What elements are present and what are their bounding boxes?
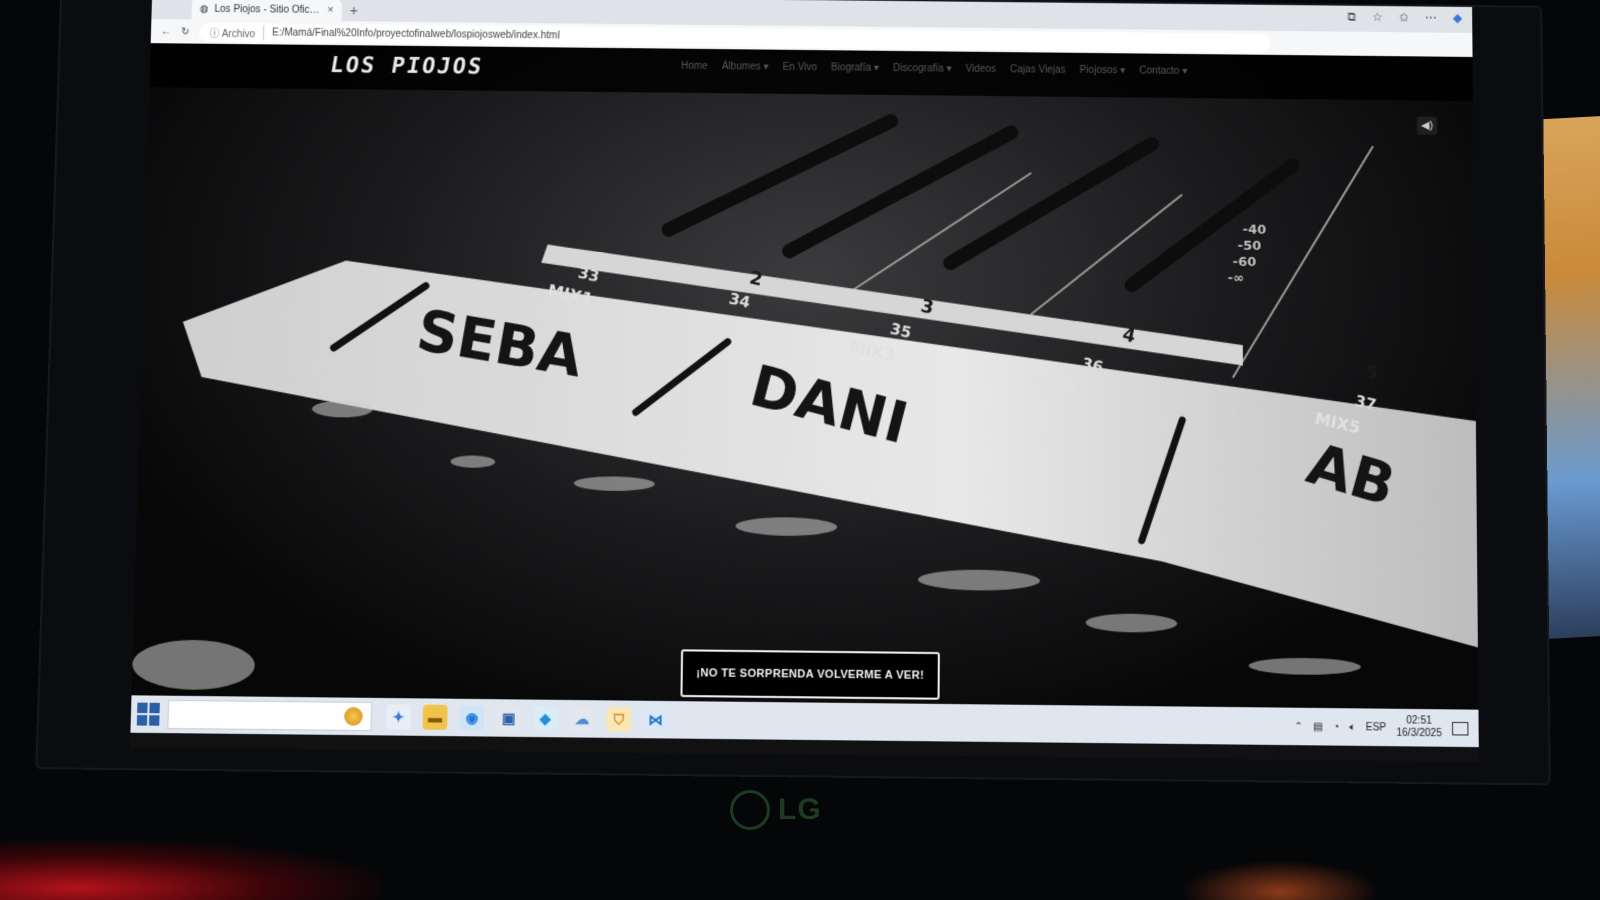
clock-date: 16/3/2025 xyxy=(1396,727,1442,740)
nav-en-vivo[interactable]: En Vivo xyxy=(783,62,817,73)
hero-video: SEBA DANI AB MIX1 MIX2 MIX3 MIX4 MIX5 33 xyxy=(131,43,1479,710)
store-icon[interactable]: ▣ xyxy=(496,705,522,731)
network-icon[interactable]: ▤ xyxy=(1313,721,1323,733)
browser-toolbar-icons: ⧉ ☆ ✩ ⋯ ◆ xyxy=(1347,10,1462,26)
mixing-console-photo: SEBA DANI AB MIX1 MIX2 MIX3 MIX4 MIX5 33 xyxy=(131,43,1478,691)
url-text: E:/Mamá/Final%20Info/proyectofinalweb/lo… xyxy=(271,26,560,41)
lg-logo-icon xyxy=(730,790,770,830)
system-tray: ⌃ ▤ ◔ 🔈︎ ESP 02:51 16/3/2025 xyxy=(1294,714,1469,741)
shield-icon[interactable]: ⛉ xyxy=(606,706,632,732)
app-icon[interactable]: ◆ xyxy=(532,705,558,732)
favorites-icon[interactable]: ✩ xyxy=(1399,10,1409,25)
clock-time: 02:51 xyxy=(1406,715,1432,727)
new-tab-button[interactable]: + xyxy=(349,2,359,21)
nav-albumes[interactable]: Álbumes ▾ xyxy=(722,61,769,73)
globe-icon: ◍ xyxy=(199,3,209,15)
nav-discografia[interactable]: Discografía ▾ xyxy=(893,63,952,75)
nav-videos[interactable]: Videos xyxy=(965,64,996,75)
star-icon[interactable]: ☆ xyxy=(1372,10,1383,25)
clock[interactable]: 02:51 16/3/2025 xyxy=(1396,715,1442,740)
chevron-up-icon[interactable]: ⌃ xyxy=(1294,721,1303,733)
channel-top-number: 5 xyxy=(1363,361,1380,385)
channel-number: 33 xyxy=(576,263,601,285)
orange-led-glow xyxy=(1180,860,1380,900)
windows-start-icon[interactable] xyxy=(136,702,160,726)
cta-button[interactable]: ¡NO TE SORPRENDA VOLVERME A VER! xyxy=(680,649,940,700)
speaker-icon[interactable]: ◀) xyxy=(1416,116,1438,135)
fader-scale: -∞ xyxy=(1228,271,1244,286)
red-led-glow xyxy=(0,840,380,900)
search-highlight-icon xyxy=(344,706,363,726)
monitor-bezel: ◍ Los Piojos - Sitio Oficial | Home × + … xyxy=(37,0,1549,784)
fader-scale: -50 xyxy=(1238,239,1262,254)
nav-menu: Home Álbumes ▾ En Vivo Biografía ▾ Disco… xyxy=(681,61,1187,77)
refresh-icon[interactable]: ↻ xyxy=(181,26,190,37)
nav-contacto[interactable]: Contacto ▾ xyxy=(1139,66,1187,78)
monitor-brand-logo: LG xyxy=(730,790,822,830)
browser-tab[interactable]: ◍ Los Piojos - Sitio Oficial | Home × xyxy=(191,0,342,22)
website: SEBA DANI AB MIX1 MIX2 MIX3 MIX4 MIX5 33 xyxy=(131,43,1479,710)
nav-piojosos[interactable]: Piojosos ▾ xyxy=(1080,65,1126,76)
volume-icon[interactable]: 🔈︎ xyxy=(1349,721,1355,733)
fader-scale: -40 xyxy=(1243,222,1267,237)
info-icon: ⓘ xyxy=(209,28,220,40)
file-explorer-icon[interactable]: ▬ xyxy=(422,704,448,730)
close-tab-icon[interactable]: × xyxy=(327,4,334,16)
copilot-app-icon[interactable]: ✦ xyxy=(385,704,411,730)
nav-biografia[interactable]: Biografía ▾ xyxy=(831,62,879,74)
screen: ◍ Los Piojos - Sitio Oficial | Home × + … xyxy=(129,0,1479,762)
notification-icon[interactable] xyxy=(1452,721,1469,736)
taskbar-apps: ✦ ▬ ◉ ▣ ◆ ☁ ⛉ ⋈ xyxy=(385,704,669,733)
fader-scale: -60 xyxy=(1233,255,1257,270)
vscode-icon[interactable]: ⋈ xyxy=(643,707,669,733)
channel-number: 34 xyxy=(727,289,752,311)
site-logo[interactable]: LOS PIOJOS xyxy=(328,53,485,80)
nav-cajas-viejas[interactable]: Cajas Viejas xyxy=(1010,64,1066,76)
more-icon[interactable]: ⋯ xyxy=(1425,11,1437,26)
wifi-icon[interactable]: ◔ xyxy=(1333,721,1339,733)
taskbar-search[interactable] xyxy=(167,699,373,732)
nav-home[interactable]: Home xyxy=(681,61,708,72)
copilot-icon[interactable]: ◆ xyxy=(1453,11,1462,26)
scheme-text: Archivo xyxy=(221,28,256,40)
weather-app-icon[interactable]: ☁ xyxy=(569,706,595,732)
edge-icon[interactable]: ◉ xyxy=(459,705,485,731)
back-icon[interactable]: ← xyxy=(161,26,171,37)
tab-title: Los Piojos - Sitio Oficial | Home xyxy=(214,3,321,16)
language-indicator[interactable]: ESP xyxy=(1366,721,1387,733)
monitor-brand-text: LG xyxy=(778,793,822,826)
app-icon[interactable]: ⧉ xyxy=(1347,10,1356,25)
file-scheme-label: ⓘ Archivo xyxy=(209,24,265,40)
